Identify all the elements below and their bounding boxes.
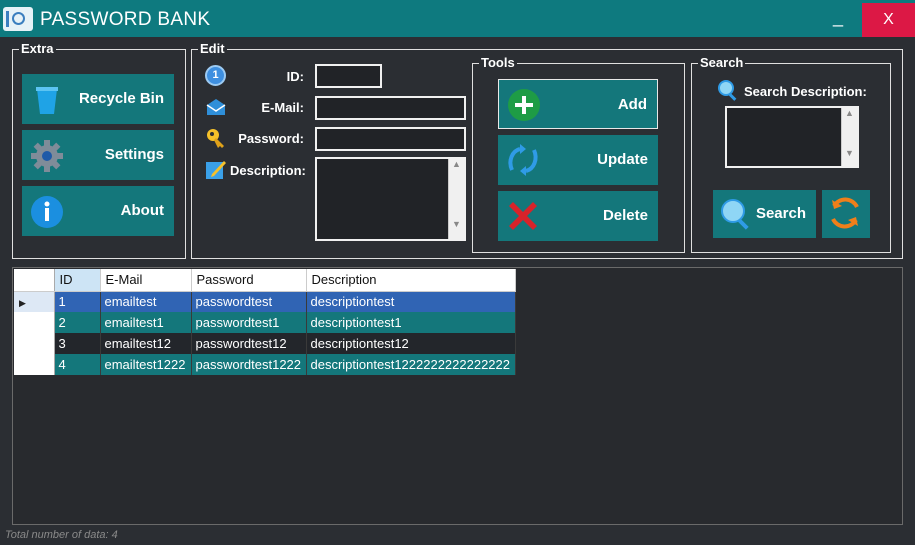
search-button[interactable]: Search xyxy=(713,190,816,238)
table-row[interactable]: 3 emailtest12 passwordtest12 description… xyxy=(14,333,516,354)
table-row[interactable]: 4 emailtest1222 passwordtest1222 descrip… xyxy=(14,354,516,375)
id-field[interactable] xyxy=(315,64,382,88)
row-selector-icon[interactable]: ▶ xyxy=(14,291,55,312)
scroll-up-icon[interactable]: ▲ xyxy=(449,159,464,169)
key-icon xyxy=(207,129,224,148)
about-label: About xyxy=(120,202,164,219)
recycle-bin-button[interactable]: Recycle Bin xyxy=(22,74,174,124)
trash-icon xyxy=(36,87,58,114)
refresh-button[interactable] xyxy=(822,190,870,238)
column-header-id[interactable]: ID xyxy=(54,269,101,292)
cell-description[interactable]: descriptiontest1222222222222222 xyxy=(306,354,516,375)
email-label: E-Mail: xyxy=(261,100,304,115)
table-row[interactable]: ▶ 1 emailtest passwordtest descriptionte… xyxy=(14,291,516,312)
cell-id[interactable]: 1 xyxy=(54,291,101,312)
status-text: Total number of data: 4 xyxy=(5,529,118,541)
password-field[interactable] xyxy=(315,127,466,151)
scroll-down-icon[interactable]: ▼ xyxy=(842,148,857,158)
cell-password[interactable]: passwordtest12 xyxy=(191,333,307,354)
cell-password[interactable]: passwordtest1222 xyxy=(191,354,307,375)
row-selector[interactable] xyxy=(14,312,55,333)
search-group-label: Search xyxy=(698,55,746,70)
cell-password[interactable]: passwordtest1 xyxy=(191,312,307,333)
cell-email[interactable]: emailtest xyxy=(100,291,192,312)
cross-icon xyxy=(509,202,537,230)
about-button[interactable]: About xyxy=(22,186,174,236)
data-grid[interactable]: ID E-Mail Password Description ▶ 1 email… xyxy=(12,267,903,525)
cell-id[interactable]: 2 xyxy=(54,312,101,333)
records-table: ID E-Mail Password Description ▶ 1 email… xyxy=(14,269,516,375)
table-row[interactable]: 2 emailtest1 passwordtest1 descriptionte… xyxy=(14,312,516,333)
delete-label: Delete xyxy=(602,207,648,224)
settings-label: Settings xyxy=(104,146,164,163)
window-title: PASSWORD BANK xyxy=(40,9,211,30)
gear-icon xyxy=(31,140,63,172)
column-header-description[interactable]: Description xyxy=(306,269,516,292)
row-header-corner xyxy=(14,269,55,292)
minimize-button[interactable]: _ xyxy=(818,3,858,33)
password-label: Password: xyxy=(238,131,304,146)
add-label: Add xyxy=(617,96,647,113)
note-icon xyxy=(206,161,226,179)
settings-button[interactable]: Settings xyxy=(22,130,174,180)
plus-icon xyxy=(508,89,540,121)
close-button[interactable]: X xyxy=(862,3,915,37)
info-icon xyxy=(31,196,63,228)
scroll-down-icon[interactable]: ▼ xyxy=(449,219,464,229)
recycle-bin-label: Recycle Bin xyxy=(78,90,164,107)
row-selector[interactable] xyxy=(14,354,55,375)
description-label: Description: xyxy=(230,163,306,178)
search-description-label: Search Description: xyxy=(744,84,867,99)
id-label: ID: xyxy=(286,69,304,84)
search-scrollbar[interactable]: ▲ ▼ xyxy=(841,108,857,166)
cell-id[interactable]: 4 xyxy=(54,354,101,375)
column-header-email[interactable]: E-Mail xyxy=(100,269,192,292)
app-icon xyxy=(3,7,33,31)
id-badge-icon: 1 xyxy=(205,65,226,86)
search-icon xyxy=(721,199,749,230)
add-button[interactable]: Add xyxy=(498,79,658,129)
email-icon xyxy=(206,99,226,115)
sync-icon xyxy=(508,144,538,176)
magnifier-icon xyxy=(718,80,737,101)
cell-description[interactable]: descriptiontest1 xyxy=(306,312,516,333)
description-scrollbar[interactable]: ▲ ▼ xyxy=(448,159,464,239)
update-label: Update xyxy=(597,151,648,168)
title-bar: PASSWORD BANK _ X xyxy=(0,0,915,37)
email-field[interactable] xyxy=(315,96,466,120)
cell-description[interactable]: descriptiontest12 xyxy=(306,333,516,354)
edit-group-label: Edit xyxy=(198,41,227,56)
description-field[interactable] xyxy=(315,157,466,241)
delete-button[interactable]: Delete xyxy=(498,191,658,241)
row-selector[interactable] xyxy=(14,333,55,354)
cell-id[interactable]: 3 xyxy=(54,333,101,354)
search-description-field[interactable] xyxy=(725,106,859,168)
cell-email[interactable]: emailtest1222 xyxy=(100,354,192,375)
cell-email[interactable]: emailtest1 xyxy=(100,312,192,333)
extra-group-label: Extra xyxy=(19,41,56,56)
tools-group-label: Tools xyxy=(479,55,517,70)
refresh-icon xyxy=(831,197,859,229)
cell-email[interactable]: emailtest12 xyxy=(100,333,192,354)
update-button[interactable]: Update xyxy=(498,135,658,185)
search-button-label: Search xyxy=(755,205,806,222)
cell-password[interactable]: passwordtest xyxy=(191,291,307,312)
cell-description[interactable]: descriptiontest xyxy=(306,291,516,312)
scroll-up-icon[interactable]: ▲ xyxy=(842,108,857,118)
column-header-password[interactable]: Password xyxy=(191,269,307,292)
